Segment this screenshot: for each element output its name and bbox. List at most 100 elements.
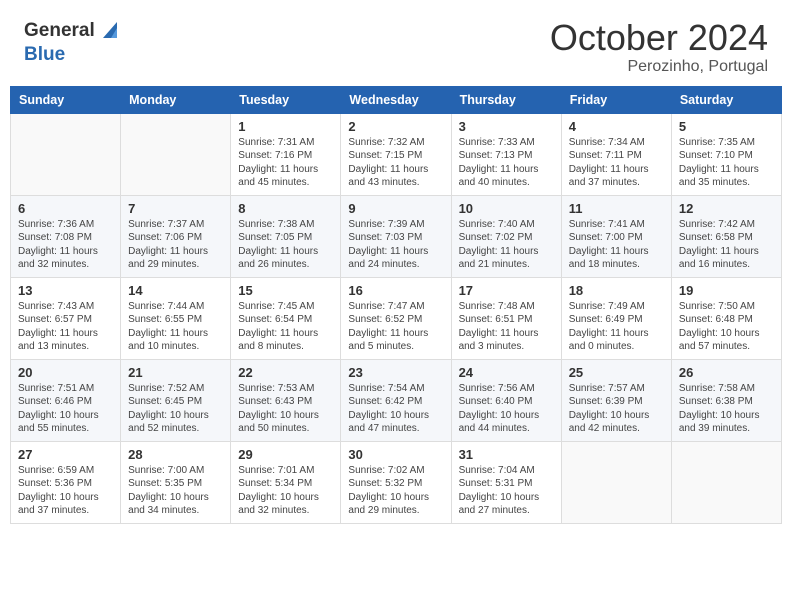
location-heading: Perozinho, Portugal bbox=[550, 58, 768, 76]
day-info: Sunrise: 7:32 AMSunset: 7:15 PMDaylight:… bbox=[348, 136, 443, 190]
day-cell bbox=[671, 441, 781, 523]
day-cell: 25 Sunrise: 7:57 AMSunset: 6:39 PMDayligh… bbox=[561, 359, 671, 441]
day-info: Sunrise: 7:37 AMSunset: 7:06 PMDaylight:… bbox=[128, 218, 223, 272]
day-cell: 30Sunrise: 7:02 AMSunset: 5:32 PMDayligh… bbox=[341, 441, 451, 523]
day-cell bbox=[561, 441, 671, 523]
day-number: 25 bbox=[569, 365, 664, 380]
day-info: Sunrise: 7:58 AMSunset: 6:38 PMDaylight:… bbox=[679, 382, 774, 436]
day-cell: 12 Sunrise: 7:42 AMSunset: 6:58 PMDayligh… bbox=[671, 195, 781, 277]
col-header-thursday: Thursday bbox=[451, 86, 561, 113]
day-number: 4 bbox=[569, 119, 664, 134]
day-cell: 22 Sunrise: 7:53 AMSunset: 6:43 PMDayligh… bbox=[231, 359, 341, 441]
week-row-1: 1Sunrise: 7:31 AMSunset: 7:16 PMDaylight… bbox=[11, 113, 782, 195]
day-cell: 26 Sunrise: 7:58 AMSunset: 6:38 PMDayligh… bbox=[671, 359, 781, 441]
day-number: 17 bbox=[459, 283, 554, 298]
logo-icon bbox=[97, 18, 123, 44]
day-info: Sunrise: 7:44 AMSunset: 6:55 PMDaylight:… bbox=[128, 300, 223, 354]
day-cell: 23 Sunrise: 7:54 AMSunset: 6:42 PMDayligh… bbox=[341, 359, 451, 441]
day-number: 9 bbox=[348, 201, 443, 216]
day-info: Sunrise: 7:42 AMSunset: 6:58 PMDaylight:… bbox=[679, 218, 774, 272]
day-info: Sunrise: 7:04 AMSunset: 5:31 PMDaylight:… bbox=[459, 464, 554, 518]
day-info: Sunrise: 7:45 AMSunset: 6:54 PMDaylight:… bbox=[238, 300, 333, 354]
day-number: 12 bbox=[679, 201, 774, 216]
day-number: 14 bbox=[128, 283, 223, 298]
month-title: October 2024 Perozinho, Portugal bbox=[550, 18, 768, 76]
day-info: Sunrise: 7:38 AMSunset: 7:05 PMDaylight:… bbox=[238, 218, 333, 272]
logo-text: General Blue bbox=[24, 18, 123, 66]
day-number: 23 bbox=[348, 365, 443, 380]
day-info: Sunrise: 7:01 AMSunset: 5:34 PMDaylight:… bbox=[238, 464, 333, 518]
day-info: Sunrise: 7:02 AMSunset: 5:32 PMDaylight:… bbox=[348, 464, 443, 518]
day-number: 5 bbox=[679, 119, 774, 134]
day-header-row: SundayMondayTuesdayWednesdayThursdayFrid… bbox=[11, 86, 782, 113]
day-info: Sunrise: 7:40 AMSunset: 7:02 PMDaylight:… bbox=[459, 218, 554, 272]
day-number: 20 bbox=[18, 365, 113, 380]
day-number: 8 bbox=[238, 201, 333, 216]
day-info: Sunrise: 7:47 AMSunset: 6:52 PMDaylight:… bbox=[348, 300, 443, 354]
day-cell: 14 Sunrise: 7:44 AMSunset: 6:55 PMDayligh… bbox=[121, 277, 231, 359]
day-info: Sunrise: 7:53 AMSunset: 6:43 PMDaylight:… bbox=[238, 382, 333, 436]
day-number: 15 bbox=[238, 283, 333, 298]
day-number: 11 bbox=[569, 201, 664, 216]
day-number: 2 bbox=[348, 119, 443, 134]
day-cell: 10 Sunrise: 7:40 AMSunset: 7:02 PMDayligh… bbox=[451, 195, 561, 277]
day-number: 21 bbox=[128, 365, 223, 380]
day-cell: 4 Sunrise: 7:34 AMSunset: 7:11 PMDaylight… bbox=[561, 113, 671, 195]
day-cell: 2 Sunrise: 7:32 AMSunset: 7:15 PMDaylight… bbox=[341, 113, 451, 195]
day-number: 19 bbox=[679, 283, 774, 298]
day-cell bbox=[121, 113, 231, 195]
day-number: 7 bbox=[128, 201, 223, 216]
week-row-4: 20Sunrise: 7:51 AMSunset: 6:46 PMDayligh… bbox=[11, 359, 782, 441]
month-heading: October 2024 bbox=[550, 18, 768, 58]
day-number: 26 bbox=[679, 365, 774, 380]
day-number: 6 bbox=[18, 201, 113, 216]
week-row-5: 27Sunrise: 6:59 AMSunset: 5:36 PMDayligh… bbox=[11, 441, 782, 523]
day-cell: 5 Sunrise: 7:35 AMSunset: 7:10 PMDaylight… bbox=[671, 113, 781, 195]
day-info: Sunrise: 7:57 AMSunset: 6:39 PMDaylight:… bbox=[569, 382, 664, 436]
day-info: Sunrise: 7:49 AMSunset: 6:49 PMDaylight:… bbox=[569, 300, 664, 354]
day-info: Sunrise: 7:48 AMSunset: 6:51 PMDaylight:… bbox=[459, 300, 554, 354]
week-row-3: 13 Sunrise: 7:43 AMSunset: 6:57 PMDayligh… bbox=[11, 277, 782, 359]
day-number: 18 bbox=[569, 283, 664, 298]
day-cell: 1Sunrise: 7:31 AMSunset: 7:16 PMDaylight… bbox=[231, 113, 341, 195]
day-info: Sunrise: 7:56 AMSunset: 6:40 PMDaylight:… bbox=[459, 382, 554, 436]
day-number: 10 bbox=[459, 201, 554, 216]
col-header-saturday: Saturday bbox=[671, 86, 781, 113]
day-cell: 13 Sunrise: 7:43 AMSunset: 6:57 PMDayligh… bbox=[11, 277, 121, 359]
day-info: Sunrise: 7:54 AMSunset: 6:42 PMDaylight:… bbox=[348, 382, 443, 436]
day-cell: 20Sunrise: 7:51 AMSunset: 6:46 PMDayligh… bbox=[11, 359, 121, 441]
day-number: 27 bbox=[18, 447, 113, 462]
col-header-sunday: Sunday bbox=[11, 86, 121, 113]
day-number: 24 bbox=[459, 365, 554, 380]
day-cell: 15 Sunrise: 7:45 AMSunset: 6:54 PMDayligh… bbox=[231, 277, 341, 359]
day-number: 28 bbox=[128, 447, 223, 462]
day-cell: 24 Sunrise: 7:56 AMSunset: 6:40 PMDayligh… bbox=[451, 359, 561, 441]
day-cell: 11 Sunrise: 7:41 AMSunset: 7:00 PMDayligh… bbox=[561, 195, 671, 277]
week-row-2: 6 Sunrise: 7:36 AMSunset: 7:08 PMDaylight… bbox=[11, 195, 782, 277]
col-header-tuesday: Tuesday bbox=[231, 86, 341, 113]
day-cell: 9 Sunrise: 7:39 AMSunset: 7:03 PMDaylight… bbox=[341, 195, 451, 277]
day-number: 22 bbox=[238, 365, 333, 380]
col-header-friday: Friday bbox=[561, 86, 671, 113]
day-info: Sunrise: 7:36 AMSunset: 7:08 PMDaylight:… bbox=[18, 218, 113, 272]
day-info: Sunrise: 7:00 AMSunset: 5:35 PMDaylight:… bbox=[128, 464, 223, 518]
day-number: 13 bbox=[18, 283, 113, 298]
calendar-table: SundayMondayTuesdayWednesdayThursdayFrid… bbox=[10, 86, 782, 524]
day-info: Sunrise: 7:43 AMSunset: 6:57 PMDaylight:… bbox=[18, 300, 113, 354]
header: General Blue October 2024 Perozinho, Por… bbox=[0, 0, 792, 86]
day-cell: 7 Sunrise: 7:37 AMSunset: 7:06 PMDaylight… bbox=[121, 195, 231, 277]
day-info: Sunrise: 7:35 AMSunset: 7:10 PMDaylight:… bbox=[679, 136, 774, 190]
day-number: 31 bbox=[459, 447, 554, 462]
day-cell: 17 Sunrise: 7:48 AMSunset: 6:51 PMDayligh… bbox=[451, 277, 561, 359]
day-cell: 3Sunrise: 7:33 AMSunset: 7:13 PMDaylight… bbox=[451, 113, 561, 195]
day-cell: 29 Sunrise: 7:01 AMSunset: 5:34 PMDayligh… bbox=[231, 441, 341, 523]
calendar-wrapper: SundayMondayTuesdayWednesdayThursdayFrid… bbox=[0, 86, 792, 534]
day-cell: 18 Sunrise: 7:49 AMSunset: 6:49 PMDayligh… bbox=[561, 277, 671, 359]
day-info: Sunrise: 7:34 AMSunset: 7:11 PMDaylight:… bbox=[569, 136, 664, 190]
day-cell bbox=[11, 113, 121, 195]
day-info: Sunrise: 7:41 AMSunset: 7:00 PMDaylight:… bbox=[569, 218, 664, 272]
day-cell: 31 Sunrise: 7:04 AMSunset: 5:31 PMDayligh… bbox=[451, 441, 561, 523]
day-info: Sunrise: 7:39 AMSunset: 7:03 PMDaylight:… bbox=[348, 218, 443, 272]
day-cell: 6 Sunrise: 7:36 AMSunset: 7:08 PMDaylight… bbox=[11, 195, 121, 277]
day-number: 29 bbox=[238, 447, 333, 462]
